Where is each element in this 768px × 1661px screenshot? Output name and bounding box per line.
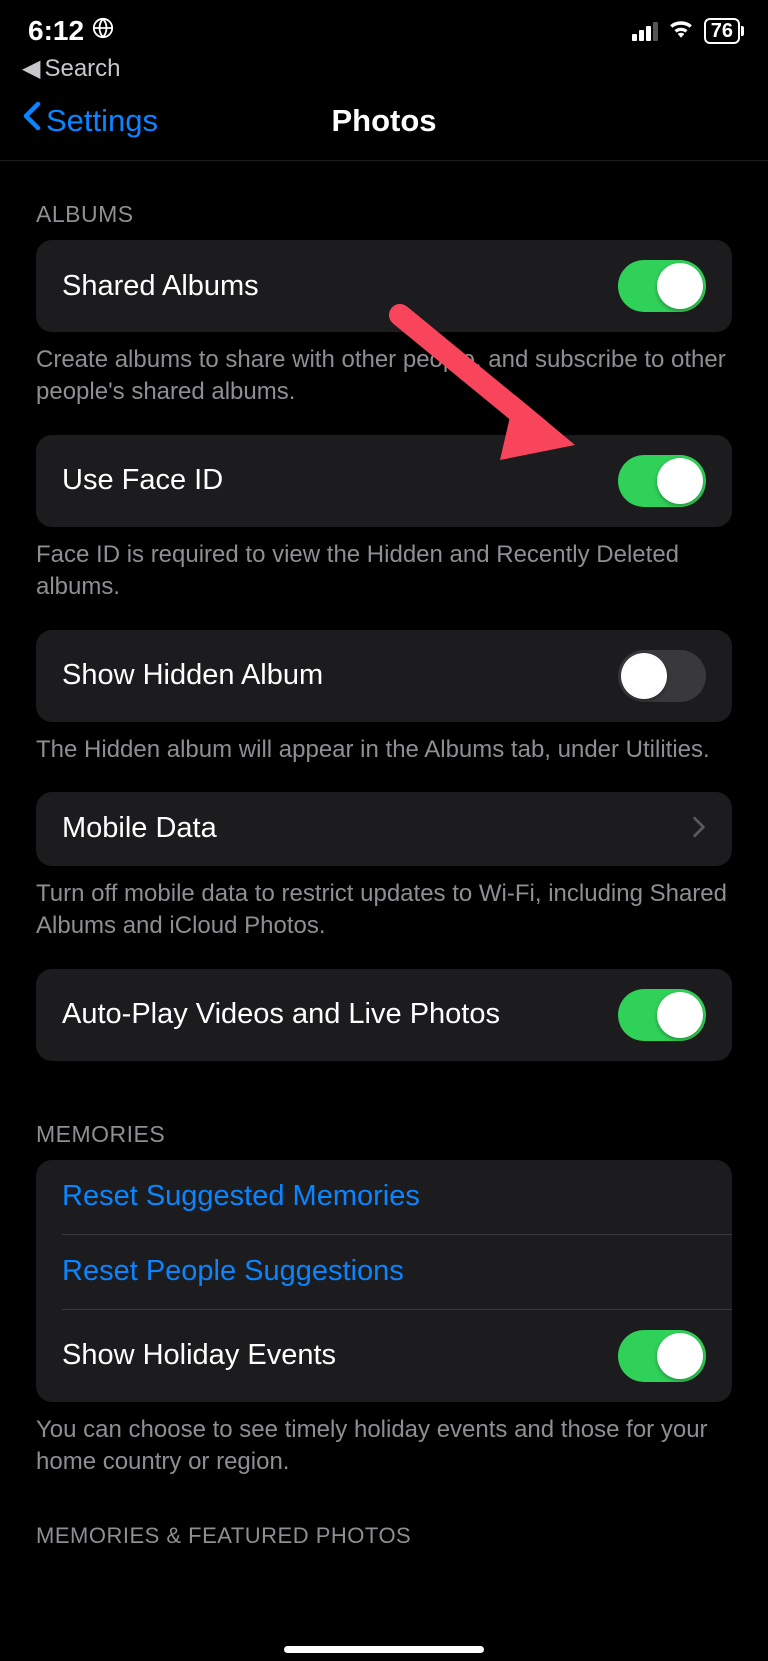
- reset-people-suggestions-label: Reset People Suggestions: [62, 1255, 404, 1288]
- use-face-id-footer: Face ID is required to view the Hidden a…: [0, 527, 768, 604]
- reset-suggested-memories-row[interactable]: Reset Suggested Memories: [36, 1160, 732, 1234]
- status-bar: 6:12 76: [0, 0, 768, 50]
- cellular-signal-icon: [632, 21, 658, 41]
- show-hidden-album-row[interactable]: Show Hidden Album: [36, 630, 732, 722]
- autoplay-row[interactable]: Auto-Play Videos and Live Photos: [36, 969, 732, 1061]
- globe-icon: [92, 17, 114, 45]
- show-hidden-album-label: Show Hidden Album: [62, 659, 323, 692]
- home-indicator[interactable]: [284, 1646, 484, 1653]
- nav-bar: Settings Photos: [0, 101, 768, 161]
- nav-back-button[interactable]: Settings: [22, 101, 158, 140]
- show-holiday-events-toggle[interactable]: [618, 1330, 706, 1382]
- section-header-albums: ALBUMS: [0, 161, 768, 240]
- chevron-left-icon: [22, 101, 42, 140]
- use-face-id-label: Use Face ID: [62, 464, 223, 497]
- use-face-id-row[interactable]: Use Face ID: [36, 435, 732, 527]
- show-holiday-events-row[interactable]: Show Holiday Events: [36, 1310, 732, 1402]
- shared-albums-toggle[interactable]: [618, 260, 706, 312]
- wifi-icon: [668, 17, 694, 45]
- shared-albums-row[interactable]: Shared Albums: [36, 240, 732, 332]
- memories-footer: You can choose to see timely holiday eve…: [0, 1402, 768, 1479]
- mobile-data-row[interactable]: Mobile Data: [36, 792, 732, 866]
- status-time: 6:12: [28, 15, 84, 47]
- mobile-data-label: Mobile Data: [62, 812, 217, 845]
- section-header-memories: MEMORIES: [0, 1061, 768, 1160]
- section-header-featured: MEMORIES & FEATURED PHOTOS: [0, 1479, 768, 1561]
- show-hidden-album-footer: The Hidden album will appear in the Albu…: [0, 722, 768, 766]
- battery-indicator: 76: [704, 18, 740, 44]
- shared-albums-footer: Create albums to share with other people…: [0, 332, 768, 409]
- page-title: Photos: [331, 103, 436, 139]
- reset-suggested-memories-label: Reset Suggested Memories: [62, 1180, 420, 1213]
- show-holiday-events-label: Show Holiday Events: [62, 1339, 336, 1372]
- autoplay-label: Auto-Play Videos and Live Photos: [62, 998, 500, 1031]
- shared-albums-label: Shared Albums: [62, 270, 259, 303]
- autoplay-toggle[interactable]: [618, 989, 706, 1041]
- show-hidden-album-toggle[interactable]: [618, 650, 706, 702]
- use-face-id-toggle[interactable]: [618, 455, 706, 507]
- chevron-right-icon: [692, 812, 706, 846]
- chevron-left-icon: ◀︎: [22, 54, 40, 83]
- breadcrumb[interactable]: ◀︎ Search: [0, 50, 768, 101]
- mobile-data-footer: Turn off mobile data to restrict updates…: [0, 866, 768, 943]
- reset-people-suggestions-row[interactable]: Reset People Suggestions: [36, 1235, 732, 1309]
